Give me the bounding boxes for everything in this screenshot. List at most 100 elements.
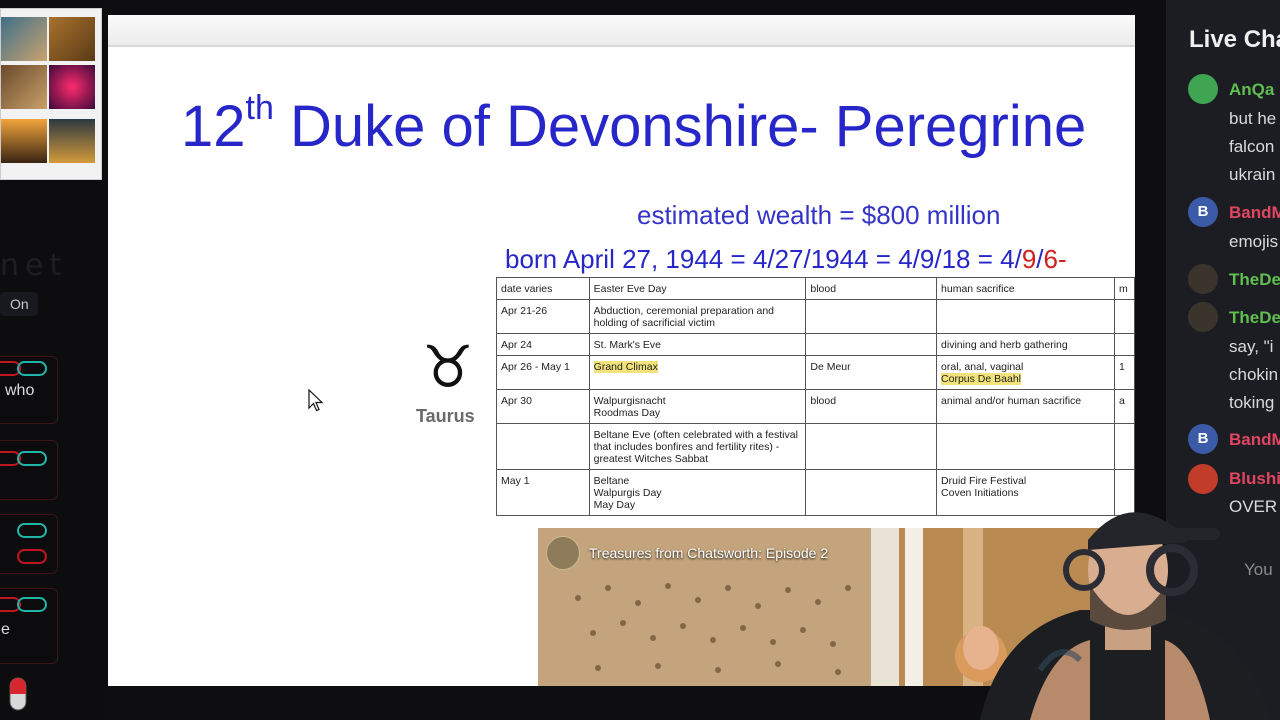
table-cell: De Meur xyxy=(805,355,938,390)
table-cell: Beltane Walpurgis Day May Day xyxy=(588,469,807,516)
table-cell xyxy=(805,469,938,516)
table-cell: May 1 xyxy=(496,469,590,516)
toggle-teal-icon xyxy=(17,523,47,538)
born-line: born April 27, 1944 = 4/27/1944 = 4/9/18… xyxy=(505,244,1067,275)
chat-message-line: ukrain xyxy=(1229,165,1276,184)
table-cell: Apr 24 xyxy=(496,333,590,356)
highlighted-text: Grand Climax xyxy=(593,361,658,373)
collage-image xyxy=(1,119,47,163)
table-cell: Easter Eve Day xyxy=(588,277,807,300)
chat-message-line: falcon xyxy=(1229,137,1275,156)
zodiac-label: Taurus xyxy=(416,406,475,426)
table-cell: animal and/or human sacrifice xyxy=(936,389,1116,424)
chat-username[interactable]: TheDe xyxy=(1229,270,1280,290)
viewer-toolbar xyxy=(108,15,1135,47)
table-cell xyxy=(936,423,1116,470)
capsule-icon xyxy=(9,677,27,711)
toggle-teal-icon xyxy=(17,597,47,612)
table-cell xyxy=(496,423,590,470)
born-red-digit: 6- xyxy=(1043,244,1067,274)
table-cell: blood xyxy=(805,277,938,300)
table-cell: m xyxy=(1114,277,1135,300)
left-overlay-panel: net On who e xyxy=(0,0,106,720)
table-cell: Abduction, ceremonial preparation and ho… xyxy=(588,299,807,334)
mouse-cursor-icon xyxy=(308,389,324,412)
born-red-digit: 9 xyxy=(1021,244,1037,274)
chat-username[interactable]: BandM xyxy=(1229,203,1280,223)
table-row: Apr 21-26 Abduction, ceremonial preparat… xyxy=(496,299,1135,334)
toggle-card[interactable]: e xyxy=(0,588,58,664)
table-cell: date varies xyxy=(496,277,590,300)
born-separator: / xyxy=(1036,244,1044,274)
image-collage xyxy=(0,8,102,180)
chat-username[interactable]: BandM xyxy=(1229,430,1280,450)
table-cell: Grand Climax xyxy=(588,355,807,390)
born-text: born April 27, 1944 = 4/27/1944 = 4/9/18… xyxy=(505,244,1022,274)
table-cell: a xyxy=(1114,389,1135,424)
chat-message-line: chokin xyxy=(1229,365,1279,384)
cell-line: Roodmas Day xyxy=(593,407,661,419)
table-cell: divining and herb gathering xyxy=(936,333,1116,356)
collage-image xyxy=(49,17,95,61)
chat-message-line: but he xyxy=(1229,109,1277,128)
cell-line: Walpurgisnacht xyxy=(593,395,666,407)
collage-image xyxy=(1,65,47,109)
table-cell: St. Mark's Eve xyxy=(588,333,807,356)
chat-message-line: emojis xyxy=(1229,232,1279,251)
table-cell: human sacrifice xyxy=(936,277,1116,300)
table-row: Apr 30 Walpurgisnacht Roodmas Day blood a… xyxy=(496,389,1135,424)
title-text: Duke of Devonshire- Peregrine xyxy=(273,94,1087,159)
cell-line: Beltane xyxy=(593,475,630,487)
card-label: who xyxy=(5,382,35,399)
table-cell: Apr 21-26 xyxy=(496,299,590,334)
toggle-red-icon xyxy=(17,549,47,564)
table-header-row: date varies Easter Eve Day blood human s… xyxy=(496,277,1135,300)
collage-image xyxy=(49,65,95,109)
streamer-webcam xyxy=(980,512,1270,720)
toggle-card[interactable] xyxy=(0,440,58,500)
user-avatar xyxy=(1188,264,1218,294)
table-row: Apr 26 - May 1 Grand Climax De Meur oral… xyxy=(496,355,1135,390)
table-row: Beltane Eve (often celebrated with a fes… xyxy=(496,423,1135,470)
chat-username[interactable]: TheDe xyxy=(1229,308,1280,328)
table-cell xyxy=(1114,333,1135,356)
status-on-badge[interactable]: On xyxy=(0,292,38,316)
table-cell xyxy=(805,333,938,356)
table-row: Apr 24 St. Mark's Eve divining and herb … xyxy=(496,333,1135,356)
table-cell: blood xyxy=(805,389,938,424)
table-cell: Walpurgisnacht Roodmas Day xyxy=(588,389,807,424)
title-number: 12 xyxy=(181,94,246,159)
cell-line: Walpurgis Day xyxy=(593,487,662,499)
card-label: e xyxy=(1,621,10,638)
table-cell: Beltane Eve (often celebrated with a fes… xyxy=(588,423,807,470)
cell-line: oral, anal, vaginal xyxy=(941,361,1024,373)
video-title[interactable]: Treasures from Chatsworth: Episode 2 xyxy=(589,545,828,561)
toggle-card[interactable] xyxy=(0,514,58,574)
taurus-icon: ♉ xyxy=(422,333,474,401)
table-cell: oral, anal, vaginal Corpus De Baahl xyxy=(936,355,1116,390)
chat-message-line: say, "i xyxy=(1229,337,1274,356)
channel-avatar-icon[interactable] xyxy=(546,536,580,570)
overlay-watermark-text: net xyxy=(0,248,68,283)
user-avatar: B xyxy=(1188,197,1218,227)
table-cell xyxy=(1114,423,1135,470)
collage-image xyxy=(1,17,47,61)
collage-image xyxy=(49,119,95,163)
toggle-card[interactable]: who xyxy=(0,356,58,424)
toggle-teal-icon xyxy=(17,451,47,466)
user-avatar xyxy=(1188,302,1218,332)
table-cell xyxy=(805,299,938,334)
user-avatar xyxy=(1188,74,1218,104)
table-cell xyxy=(1114,299,1135,334)
table-cell xyxy=(936,299,1116,334)
on-label: On xyxy=(10,296,29,312)
table-cell: 1 xyxy=(1114,355,1135,390)
highlighted-text: Corpus De Baahl xyxy=(941,373,1022,385)
chat-username[interactable]: AnQa xyxy=(1229,80,1274,100)
user-avatar: B xyxy=(1188,424,1218,454)
chat-title: Live Chat xyxy=(1189,26,1280,53)
table-cell: Apr 30 xyxy=(496,389,590,424)
cell-line: May Day xyxy=(593,499,636,511)
chat-message-line: toking xyxy=(1229,393,1275,412)
title-superscript: th xyxy=(245,89,274,127)
